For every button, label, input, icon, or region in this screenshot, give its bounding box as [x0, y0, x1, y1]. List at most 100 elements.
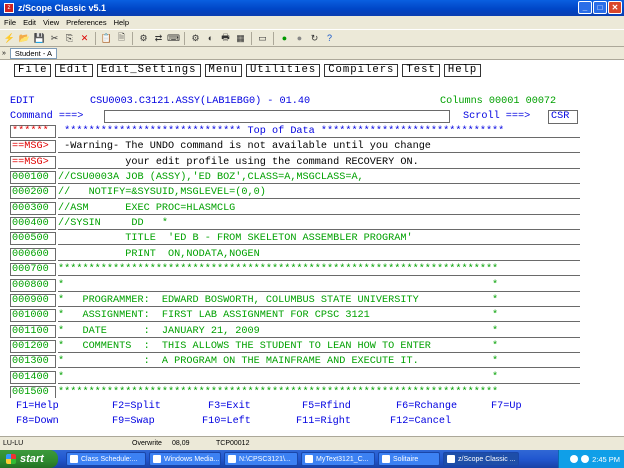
menu-edit[interactable]: Edit — [23, 18, 36, 27]
fkey-f10[interactable]: F10=Left — [202, 416, 251, 427]
line-number[interactable]: ****** — [10, 125, 56, 138]
line-number[interactable]: 000300 — [10, 201, 56, 215]
ispf-menu-utilities[interactable]: Utilities — [245, 64, 321, 77]
tab-scroll-icon[interactable]: » — [2, 50, 6, 57]
paste-icon[interactable]: 📋 — [100, 32, 113, 45]
macro-icon[interactable]: ⚙ — [137, 32, 150, 45]
line-text[interactable]: ****************************************… — [58, 263, 580, 277]
ispf-menu-edit-settings[interactable]: Edit_Settings — [96, 64, 201, 77]
ispf-menu-menu[interactable]: Menu — [204, 64, 242, 77]
command-input[interactable] — [104, 110, 450, 123]
line-number[interactable]: 001300 — [10, 355, 56, 369]
settings-icon[interactable]: ⚙ — [189, 32, 202, 45]
line-text[interactable]: TITLE 'ED B - FROM SKELETON ASSEMBLER PR… — [58, 232, 580, 246]
transfer-icon[interactable]: ⇄ — [152, 32, 165, 45]
line-number[interactable]: 000500 — [10, 232, 56, 246]
maximize-button[interactable]: □ — [593, 1, 607, 14]
session-tab[interactable]: Student - A — [9, 47, 58, 59]
task-class-schedule[interactable]: Class Schedule:... — [66, 452, 146, 466]
fkey-f9[interactable]: F9=Swap — [112, 416, 155, 427]
line-number[interactable]: 000400 — [10, 217, 56, 231]
close-button[interactable]: ✕ — [608, 1, 622, 14]
menu-help[interactable]: Help — [114, 18, 129, 27]
line-text[interactable]: * ASSIGNMENT: FIRST LAB ASSIGNMENT FOR C… — [58, 309, 580, 323]
stop-icon[interactable]: ● — [293, 32, 306, 45]
view-icon[interactable]: ▦ — [234, 32, 247, 45]
dataset-name: CSU0003.C3121.ASSY(LAB1EBG0) - 01.40 — [90, 96, 311, 107]
folder-icon — [228, 455, 236, 463]
line-text[interactable]: -Warning- The UNDO command is not availa… — [58, 140, 580, 154]
ispf-menu-edit[interactable]: Edit — [55, 64, 93, 77]
task-zscope[interactable]: z/Scope Classic ... — [443, 452, 519, 466]
save-icon[interactable]: 💾 — [33, 32, 46, 45]
delete-icon[interactable]: ✕ — [78, 32, 91, 45]
line-number[interactable]: 001400 — [10, 370, 56, 384]
line-number[interactable]: 000100 — [10, 171, 56, 185]
task-folder[interactable]: N:\CPSC3121\... — [224, 452, 298, 466]
fkey-f11[interactable]: F11=Right — [296, 416, 351, 427]
ispf-menu-compilers[interactable]: Compilers — [324, 64, 399, 77]
line-number[interactable]: 000900 — [10, 293, 56, 307]
connect-icon[interactable]: ⚡ — [3, 32, 16, 45]
line-text[interactable]: //CSU0003A JOB (ASSY),'ED BOZ',CLASS=A,M… — [58, 171, 580, 185]
ispf-menu-help[interactable]: Help — [443, 64, 482, 77]
line-number[interactable]: 001200 — [10, 339, 56, 353]
fkey-f8[interactable]: F8=Down — [16, 416, 59, 427]
minimize-button[interactable]: _ — [578, 1, 592, 14]
line-text[interactable]: * PROGRAMMER: EDWARD BOSWORTH, COLUMBUS … — [58, 294, 580, 307]
line-text[interactable]: // NOTIFY=&SYSUID,MSGLEVEL=(0,0) — [58, 186, 580, 200]
keyboard-icon[interactable]: ⌨ — [167, 32, 180, 45]
fkey-f1[interactable]: F1=Help — [16, 401, 59, 412]
terminal-screen[interactable]: File Edit Edit_Settings Menu Utilities C… — [0, 60, 624, 399]
print-preview-icon[interactable]: 🗎 — [115, 32, 128, 45]
line-number[interactable]: 000600 — [10, 247, 56, 261]
line-number[interactable]: 000200 — [10, 186, 56, 200]
colors-icon[interactable]: ◐ — [204, 32, 217, 45]
scroll-input[interactable]: CSR — [548, 110, 578, 124]
fkey-f3[interactable]: F3=Exit — [208, 401, 251, 412]
menu-file[interactable]: File — [4, 18, 16, 27]
line-text[interactable]: * COMMENTS : THIS ALLOWS THE STUDENT TO … — [58, 340, 580, 353]
fkey-f5[interactable]: F5=Rfind — [302, 401, 351, 412]
menu-view[interactable]: View — [43, 18, 59, 27]
network-icon[interactable] — [570, 455, 579, 463]
menu-bar: File Edit View Preferences Help — [0, 16, 624, 29]
line-text[interactable]: * DATE : JANUARY 21, 2009 * — [58, 325, 580, 338]
fkey-f7[interactable]: F7=Up — [491, 401, 522, 412]
refresh-icon[interactable]: ↻ — [308, 32, 321, 45]
line-text[interactable]: * : A PROGRAM ON THE MAINFRAME AND EXECU… — [58, 355, 580, 369]
copy-icon[interactable]: ⎘ — [63, 32, 76, 45]
line-text[interactable]: //SYSIN DD * — [58, 217, 580, 231]
line-number[interactable]: ==MSG> — [10, 155, 56, 169]
ispf-menu-test[interactable]: Test — [402, 64, 440, 77]
open-icon[interactable]: 📂 — [18, 32, 31, 45]
line-number[interactable]: 000700 — [10, 263, 56, 277]
fkey-f12[interactable]: F12=Cancel — [390, 416, 451, 427]
fkey-f6[interactable]: F6=Rchange — [396, 401, 457, 412]
line-number[interactable]: 001100 — [10, 324, 56, 338]
line-number[interactable]: ==MSG> — [10, 140, 56, 154]
cut-icon[interactable]: ✂ — [48, 32, 61, 45]
ispf-menu-file[interactable]: File — [14, 64, 52, 77]
help-icon[interactable]: ? — [323, 32, 336, 45]
line-number[interactable]: 001000 — [10, 309, 56, 323]
print-icon[interactable]: 🖶 — [219, 32, 232, 45]
menu-preferences[interactable]: Preferences — [66, 18, 106, 27]
line-number[interactable]: 001500 — [10, 385, 56, 399]
line-text[interactable]: ***************************** Top of Dat… — [58, 125, 580, 138]
window-icon[interactable]: ▭ — [256, 32, 269, 45]
line-number[interactable]: 000800 — [10, 278, 56, 292]
volume-icon[interactable] — [581, 455, 590, 463]
line-text[interactable]: PRINT ON,NODATA,NOGEN — [58, 248, 580, 261]
line-text[interactable]: //ASM EXEC PROC=HLASMCLG — [58, 202, 580, 215]
task-solitaire[interactable]: Solitaire — [378, 452, 440, 466]
line-text[interactable]: ****************************************… — [58, 386, 580, 399]
line-text[interactable]: * * — [58, 371, 580, 384]
line-text[interactable]: your edit profile using the command RECO… — [58, 156, 580, 169]
fkey-f2[interactable]: F2=Split — [112, 401, 161, 412]
line-text[interactable]: * * — [58, 279, 580, 292]
task-mytext[interactable]: MyText3121_C... — [301, 452, 375, 466]
start-button[interactable]: start — [0, 450, 58, 468]
go-icon[interactable]: ● — [278, 32, 291, 45]
task-windows-media[interactable]: Windows Media... — [149, 452, 221, 466]
